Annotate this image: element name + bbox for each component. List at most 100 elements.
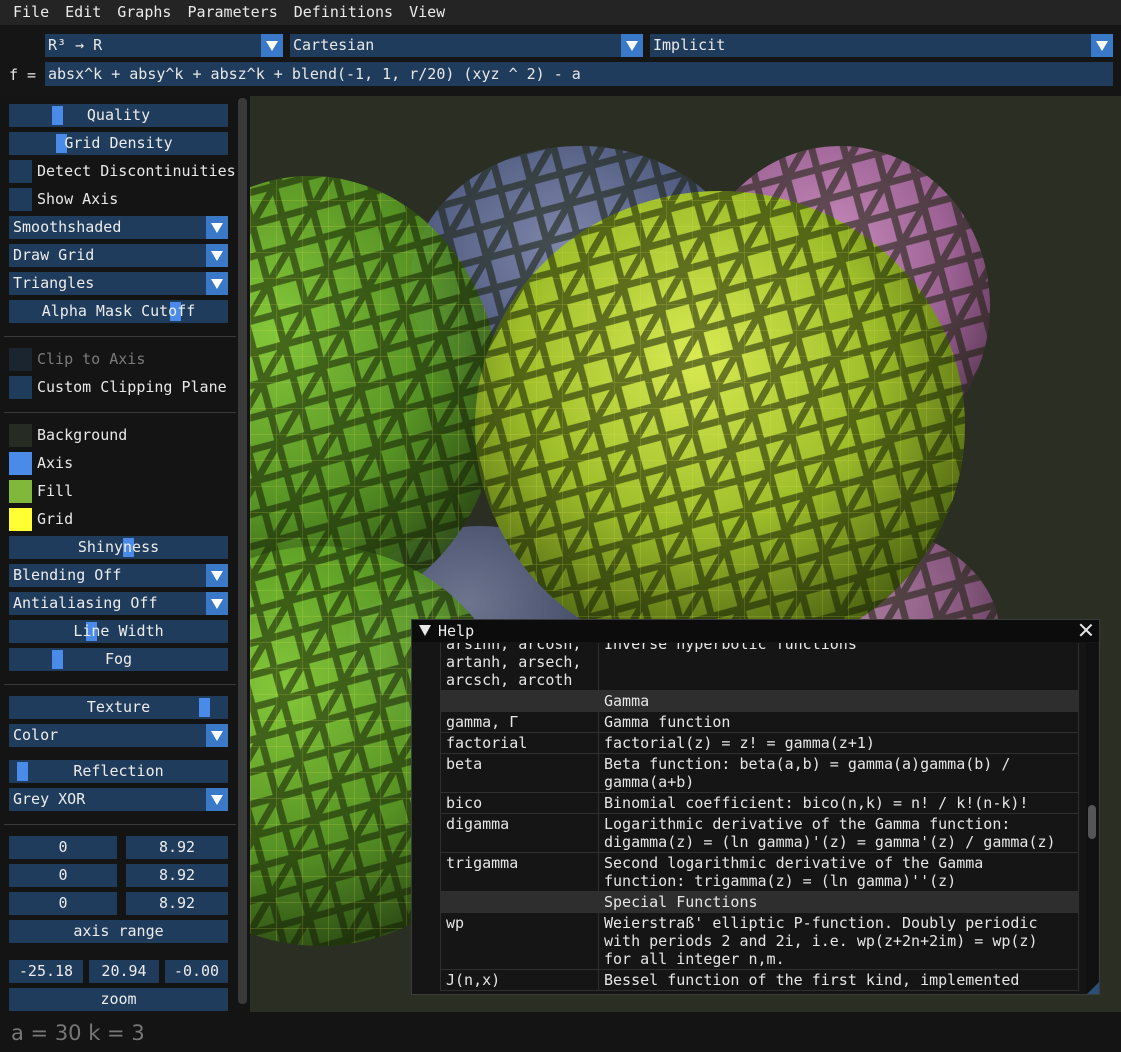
center-z-input[interactable]: -0.00 — [165, 960, 228, 983]
function-description: Weierstraß' elliptic P-function. Doubly … — [598, 912, 1079, 970]
shininess-slider[interactable]: Shinyness — [9, 536, 228, 559]
function-name: arsinh, arcosh, artanh, arsech, arcsch, ar… — [440, 643, 599, 691]
help-scrollbar-grab[interactable] — [1088, 805, 1096, 839]
antialiasing-value: Antialiasing Off — [13, 594, 158, 612]
menu-edit[interactable]: Edit — [57, 0, 109, 25]
formula-input[interactable]: absx^k + absy^k + absz^k + blend(-1, 1, … — [45, 62, 1113, 86]
x-min-input[interactable]: 0 — [9, 836, 117, 859]
separator — [4, 412, 236, 413]
checkbox-box[interactable] — [9, 348, 32, 371]
blending-value: Blending Off — [13, 566, 122, 584]
custom-clipping-label: Custom Clipping Plane — [37, 378, 227, 396]
slider-grab[interactable] — [52, 106, 63, 125]
menu-file[interactable]: File — [0, 0, 57, 25]
function-description: Inverse hyperbolic functions — [598, 643, 1079, 691]
grid-density-slider[interactable]: Grid Density — [9, 132, 228, 155]
domain-combo[interactable]: R³ → R — [45, 34, 283, 57]
quality-slider[interactable]: Quality — [9, 104, 228, 127]
mode-combo[interactable]: Implicit — [650, 34, 1113, 57]
fog-slider[interactable]: Fog — [9, 648, 228, 671]
texture-slider[interactable]: Texture — [9, 696, 228, 719]
mesh-mode-combo[interactable]: Triangles — [9, 272, 228, 295]
close-icon[interactable] — [1079, 623, 1093, 637]
show-axis-checkbox[interactable]: Show Axis — [9, 188, 239, 211]
grid-color-picker[interactable]: Grid — [9, 508, 229, 531]
background-color-picker[interactable]: Background — [9, 424, 229, 447]
color-swatch[interactable] — [9, 508, 32, 531]
slider-grab[interactable] — [199, 698, 210, 717]
clip-to-axis-checkbox[interactable]: Clip to Axis — [9, 348, 239, 371]
help-row: beta Beta function: beta(a,b) = gamma(a)g… — [440, 753, 1079, 793]
antialiasing-combo[interactable]: Antialiasing Off — [9, 592, 228, 615]
help-content: arsinh, arcosh, artanh, arsech, arcsch, ar… — [440, 643, 1079, 994]
coordinates-combo-value: Cartesian — [293, 36, 375, 54]
coordinates-combo[interactable]: Cartesian — [290, 34, 643, 57]
separator — [4, 336, 236, 337]
menu-definitions[interactable]: Definitions — [286, 0, 401, 25]
y-max-input[interactable]: 8.92 — [126, 864, 228, 887]
function-description: Second logarithmic derivative of the Gam… — [598, 852, 1079, 892]
checkbox-box[interactable] — [9, 160, 32, 183]
chevron-down-icon — [206, 564, 228, 587]
axis-range-button[interactable]: axis range — [9, 920, 228, 943]
color-swatch[interactable] — [9, 480, 32, 503]
blending-combo[interactable]: Blending Off — [9, 564, 228, 587]
help-row: gamma, Γ Gamma function — [440, 711, 1079, 733]
function-description: Beta function: beta(a,b) = gamma(a)gamma… — [598, 753, 1079, 793]
function-name: J(n,x) — [440, 969, 599, 991]
color-label: Axis — [37, 454, 74, 472]
checkbox-box[interactable] — [9, 376, 32, 399]
detect-discontinuities-checkbox[interactable]: Detect Discontinuities — [9, 160, 239, 183]
center-y-input[interactable]: 20.94 — [89, 960, 159, 983]
help-row: arsinh, arcosh, artanh, arsech, arcsch, ar… — [440, 643, 1079, 691]
zoom-button[interactable]: zoom — [9, 988, 228, 1011]
color-label: Grid — [37, 510, 74, 528]
help-row: trigamma Second logarithmic derivative of… — [440, 852, 1079, 892]
texture-label: Texture — [86, 698, 151, 716]
texture-mode-combo[interactable]: Color — [9, 724, 228, 747]
resize-grip-icon[interactable] — [1087, 982, 1099, 994]
chevron-down-icon — [206, 724, 228, 747]
z-min-input[interactable]: 0 — [9, 892, 117, 915]
z-max-input[interactable]: 8.92 — [126, 892, 228, 915]
shading-combo[interactable]: Smoothshaded — [9, 216, 228, 239]
line-width-slider[interactable]: Line Width — [9, 620, 228, 643]
reflection-mode-combo[interactable]: Grey XOR — [9, 788, 228, 811]
custom-clipping-checkbox[interactable]: Custom Clipping Plane — [9, 376, 239, 399]
y-min-input[interactable]: 0 — [9, 864, 117, 887]
shininess-label: Shinyness — [77, 538, 160, 556]
formula-label: f = — [9, 66, 37, 84]
menu-parameters[interactable]: Parameters — [179, 0, 285, 25]
x-max-input[interactable]: 8.92 — [126, 836, 228, 859]
chevron-down-icon — [206, 216, 228, 239]
shading-value: Smoothshaded — [13, 218, 122, 236]
reflection-mode-value: Grey XOR — [13, 790, 86, 808]
fill-color-picker[interactable]: Fill — [9, 480, 229, 503]
slider-grab[interactable] — [17, 762, 28, 781]
color-swatch[interactable] — [9, 424, 32, 447]
sidebar-scrollbar[interactable] — [238, 98, 247, 1004]
checkbox-box[interactable] — [9, 188, 32, 211]
color-label: Fill — [37, 482, 74, 500]
function-description: Logarithmic derivative of the Gamma func… — [598, 813, 1079, 853]
help-window[interactable]: Help arsinh, arcosh, artanh, arsech, arcsc… — [411, 619, 1100, 995]
color-swatch[interactable] — [9, 452, 32, 475]
mesh-mode-value: Triangles — [13, 274, 95, 292]
reflection-slider[interactable]: Reflection — [9, 760, 228, 783]
menu-graphs[interactable]: Graphs — [109, 0, 179, 25]
domain-combo-value: R³ → R — [48, 36, 103, 54]
center-x-input[interactable]: -25.18 — [9, 960, 83, 983]
axis-color-picker[interactable]: Axis — [9, 452, 229, 475]
help-row: bico Binomial coefficient: bico(n,k) = n!… — [440, 792, 1079, 814]
chevron-down-icon — [206, 592, 228, 615]
menu-view[interactable]: View — [401, 0, 453, 25]
menu-bar: File Edit Graphs Parameters Definitions … — [0, 0, 1121, 25]
settings-sidebar: Quality Grid Density Detect Discontinuit… — [0, 96, 250, 1012]
help-row: digamma Logarithmic derivative of the Gam… — [440, 813, 1079, 853]
grid-mode-combo[interactable]: Draw Grid — [9, 244, 228, 267]
function-description: factorial(z) = z! = gamma(z+1) — [598, 732, 1079, 754]
alpha-mask-slider[interactable]: Alpha Mask Cutoff — [9, 300, 228, 323]
help-title-bar[interactable]: Help — [412, 620, 1099, 642]
slider-grab[interactable] — [52, 650, 63, 669]
collapse-triangle-icon[interactable] — [419, 625, 431, 636]
